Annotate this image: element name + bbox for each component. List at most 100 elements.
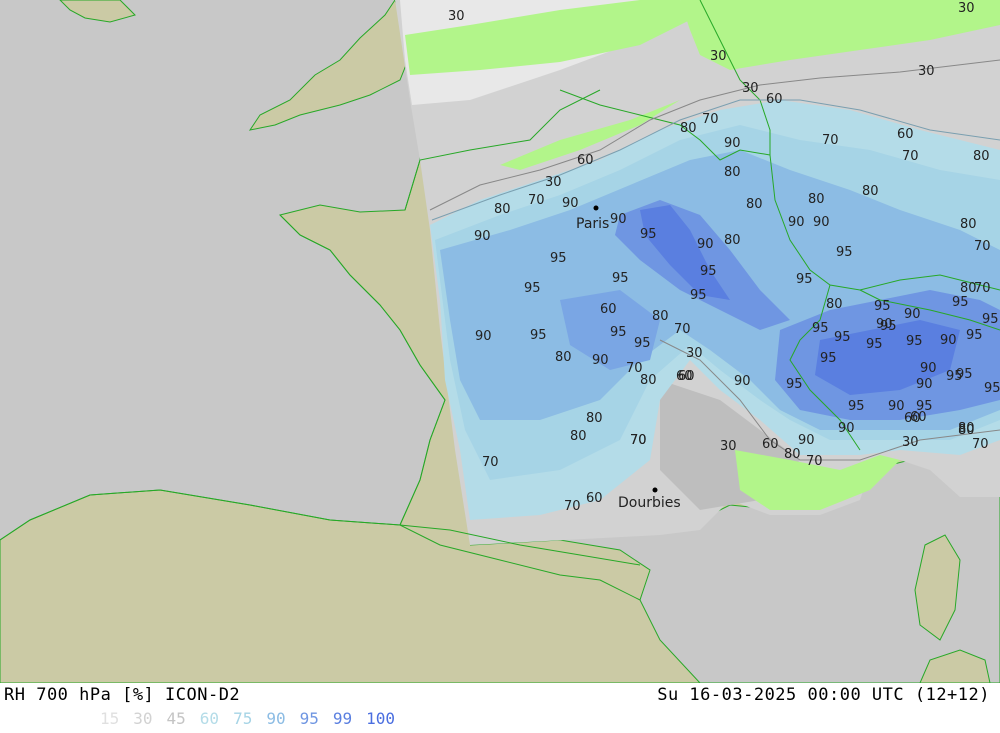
contour-label: 60 [904,411,921,426]
contour-label: 95 [786,377,803,392]
rh-map: Paris Dourbies 303030303060708090 70 60807… [0,0,1000,683]
contour-label: 30 [545,175,562,190]
contour-label: 90 [798,433,815,448]
contour-label: 95 [796,272,813,287]
contour-label: 30 [958,1,975,16]
contour-label: 90 [734,374,751,389]
legend-item: 15 [100,709,120,728]
contour-label: 95 [700,264,717,279]
contour-label: 80 [555,350,572,365]
contour-label: 90 [888,399,905,414]
contour-label: 30 [742,81,759,96]
contour-label: 95 [874,299,891,314]
contour-label: 95 [866,337,883,352]
contour-label: 80 [652,309,669,324]
contour-label: 70 [902,149,919,164]
contour-label: 70 [972,437,989,452]
contour-label: 90 [788,215,805,230]
legend-item: 45 [166,709,186,728]
contour-label: 80 [746,197,763,212]
legend-item: 95 [299,709,319,728]
contour-label: 30 [720,439,737,454]
contour-label: 30 [686,346,703,361]
contour-label: 90 [916,377,933,392]
contour-label: 90 [838,421,855,436]
contour-label: 80 [958,421,975,436]
contour-label: 95 [612,271,629,286]
contour-label: 90 [474,229,491,244]
contour-label: 90 [592,353,609,368]
contour-label: 90 [940,333,957,348]
contour-label: 30 [448,9,465,24]
paris-marker [593,205,599,211]
contour-label: 95 [524,281,541,296]
contour-label: 95 [530,328,547,343]
contour-label: 60 [676,369,693,384]
contour-label: 70 [630,433,647,448]
contour-label: 70 [822,133,839,148]
contour-label: 30 [710,49,727,64]
contour-label: 70 [674,322,691,337]
contour-label: 90 [697,237,714,252]
contour-label: 95 [982,312,999,327]
contour-label: 60 [762,437,779,452]
contour-label: 70 [564,499,581,514]
contour-label: 80 [570,429,587,444]
legend-item: 75 [233,709,253,728]
color-legend: 15 30 45 60 75 90 95 99 100 [100,709,409,728]
contour-label: 95 [952,295,969,310]
contour-label: 80 [960,281,977,296]
contour-label: 80 [808,192,825,207]
contour-label: 80 [724,233,741,248]
contour-label: 30 [918,64,935,79]
contour-label: 80 [862,184,879,199]
contour-label: 70 [974,239,991,254]
legend-item: 60 [199,709,220,728]
contour-label: 95 [848,399,865,414]
contour-label: 80 [973,149,990,164]
contour-label: 70 [702,112,719,127]
contour-label: 60 [600,302,617,317]
contour-label: 95 [690,288,707,303]
contour-label: 60 [586,491,603,506]
contour-label: 95 [906,334,923,349]
contour-label: 95 [836,245,853,260]
contour-label: 95 [634,336,651,351]
contour-label: 95 [812,321,829,336]
contour-label: 60 [577,153,594,168]
contour-label: 70 [482,455,499,470]
contour-label: 80 [494,202,511,217]
city-label-dourbies: Dourbies [618,495,681,511]
contour-label: 95 [820,351,837,366]
contour-label: 90 [920,361,937,376]
contour-label: 60 [766,92,783,107]
city-label-paris: Paris [576,216,609,232]
contour-label: 80 [826,297,843,312]
map-title: RH 700 hPa [%] ICON-D2 [4,685,241,705]
contour-label: 30 [902,435,919,450]
contour-label: 70 [806,454,823,469]
contour-label: 90 [475,329,492,344]
contour-label: 90 [724,136,741,151]
legend-item: 30 [133,709,153,728]
contour-label: 95 [610,325,627,340]
contour-label: 80 [586,411,603,426]
contour-label: 90 [610,212,627,227]
map-area: Paris Dourbies 30 30 30 30 30 60 70 80 90 70 60 80 7… [0,0,1000,683]
contour-label: 60 [897,127,914,142]
forecast-datetime: Su 16-03-2025 00:00 UTC (12+12) [657,685,990,705]
contour-label: 80 [960,217,977,232]
legend-item: 90 [266,709,286,728]
contour-label: 70 [528,193,545,208]
contour-label: 80 [724,165,741,180]
legend-item: 100 [366,709,396,728]
footer: RH 700 hPa [%] ICON-D2 Su 16-03-2025 00:… [0,683,1000,733]
contour-label: 90 [562,196,579,211]
contour-label: 90 [813,215,830,230]
contour-label: 95 [550,251,567,266]
contour-label: 95 [984,381,1000,396]
contour-label: 95 [966,328,983,343]
contour-label: 80 [640,373,657,388]
contour-label: 95 [834,330,851,345]
contour-label: 90 [904,307,921,322]
